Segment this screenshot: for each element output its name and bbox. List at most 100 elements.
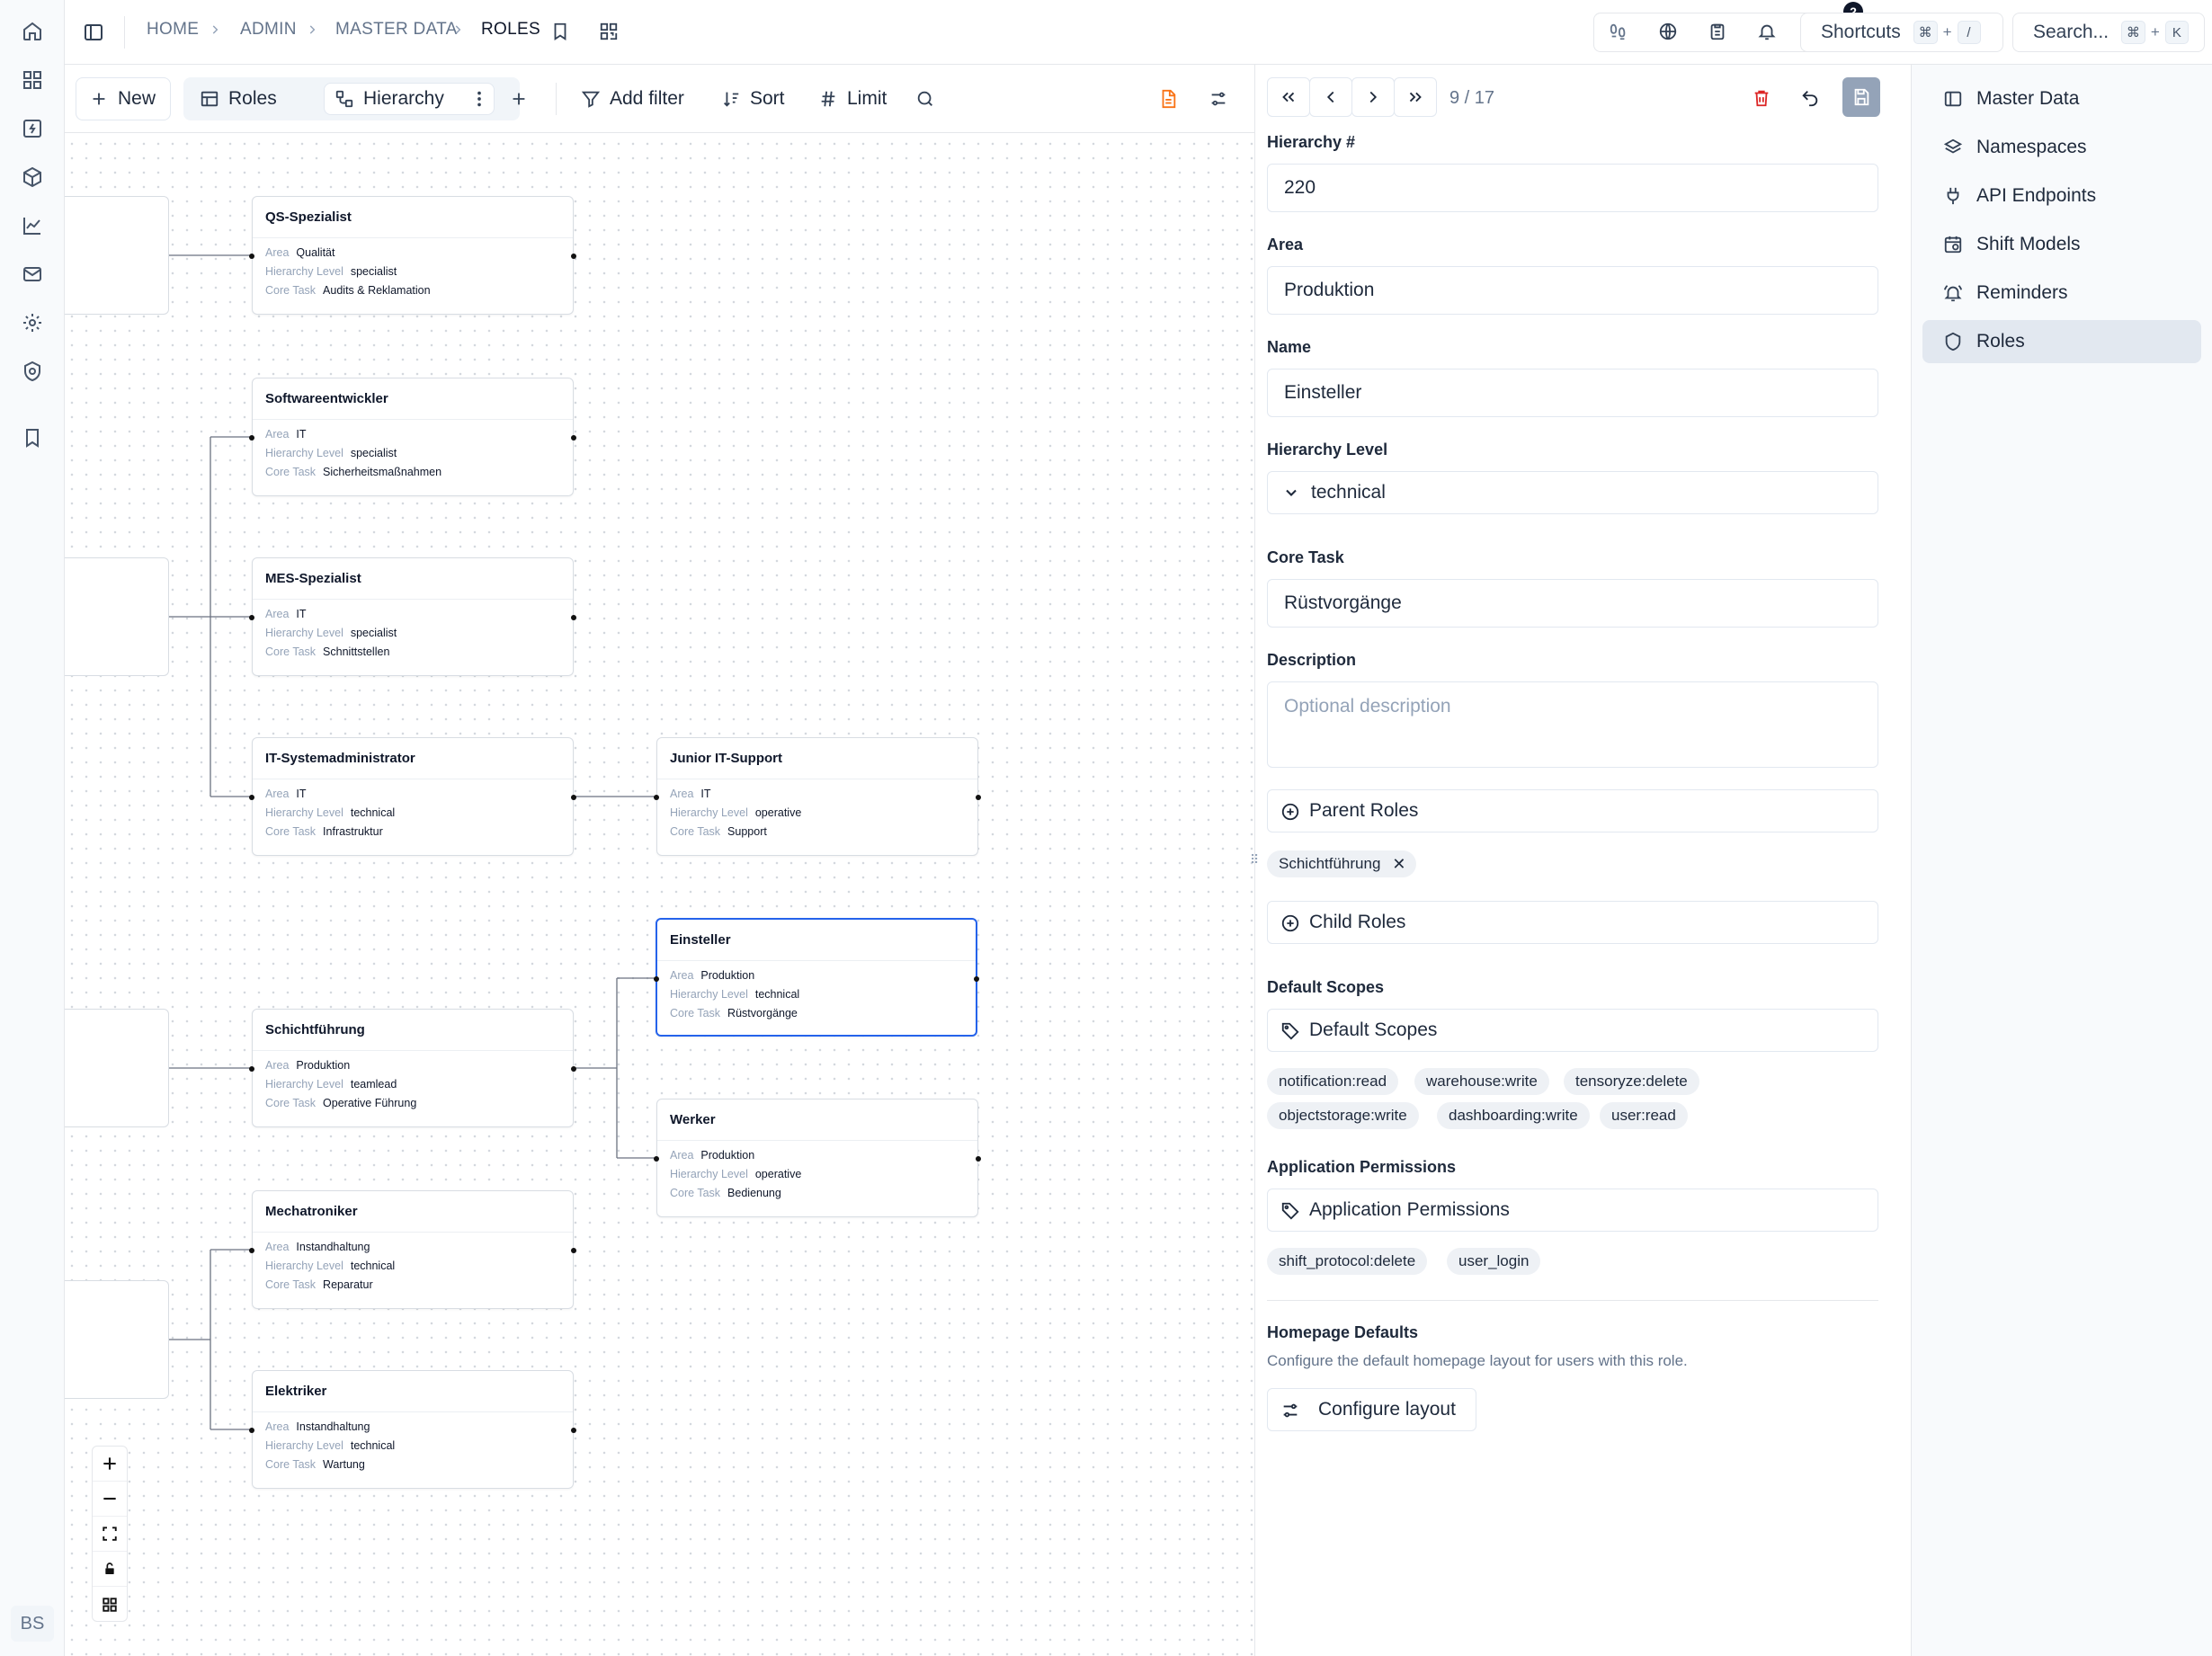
shortcuts-button[interactable]: Shortcuts ⌘ + / [1800,13,2003,52]
sidebar-item-label: Roles [1976,331,2025,352]
plus-circle-icon [1281,914,1299,932]
next-record-button[interactable] [1351,77,1395,117]
hidden-parent-node[interactable] [65,196,169,315]
source-handle[interactable] [571,795,576,800]
first-record-button[interactable] [1267,77,1310,117]
role-node[interactable]: Werker Area Produktion Hierarchy Level ope… [654,1099,981,1217]
task-label: Core Task [265,284,317,297]
role-node[interactable]: QS-Spezialist Area Qualität Hierarchy Lev… [249,196,576,315]
record-edit-panel: 9 / 17 Hierarchy # 220 Area Produktion N… [1250,65,1911,1656]
plus-circle-icon [1281,803,1299,821]
area-label: Area [265,1241,290,1253]
mail-icon[interactable] [22,263,43,285]
source-handle[interactable] [571,1428,576,1433]
avatar[interactable]: BS [11,1606,54,1642]
target-handle[interactable] [249,795,254,800]
sidebar-item-roles[interactable]: Roles [1922,320,2201,363]
core-task-input[interactable]: Rüstvorgänge [1267,579,1878,628]
sidebar-item-api-endpoints[interactable]: API Endpoints [1922,174,2201,218]
undo-icon[interactable] [1800,88,1820,108]
role-node[interactable]: Mechatroniker Area Instandhaltung Hierarc… [249,1190,576,1309]
task-label: Core Task [265,645,317,658]
last-record-button[interactable] [1394,77,1437,117]
qr-code-icon[interactable] [599,22,619,41]
name-input[interactable]: Einsteller [1267,369,1878,417]
script-icon[interactable] [22,118,43,139]
hierarchy-number-input[interactable]: 220 [1267,164,1878,212]
bookmark-icon[interactable] [550,22,570,41]
hierarchy-level-select[interactable]: technical [1267,471,1878,514]
remove-chip-icon[interactable]: ✕ [1392,850,1405,877]
globe-icon[interactable] [1658,22,1678,41]
save-button[interactable] [1842,77,1880,117]
target-handle[interactable] [249,1428,254,1433]
sidebar-item-label: Reminders [1976,282,2068,303]
role-node[interactable]: Softwareentwickler Area IT Hierarchy Leve… [249,378,576,496]
sidebar-item-namespaces[interactable]: Namespaces [1922,126,2201,169]
target-handle[interactable] [249,435,254,441]
dashboard-icon[interactable] [22,69,43,91]
source-handle[interactable] [976,795,981,800]
zoom-in-icon[interactable] [93,1447,127,1482]
clipboard-icon[interactable] [1708,22,1727,41]
settings-icon[interactable] [22,312,43,334]
sidebar-item-shift-models[interactable]: Shift Models [1922,223,2201,266]
target-handle[interactable] [654,1156,659,1162]
role-node[interactable]: Schichtführung Area Produktion Hierarchy … [249,1009,576,1127]
source-handle[interactable] [571,615,576,620]
target-handle[interactable] [249,615,254,620]
area-input[interactable]: Produktion [1267,266,1878,315]
application-permissions-button[interactable]: Application Permissions [1267,1189,1878,1232]
bell-icon[interactable] [1757,22,1777,41]
breadcrumb-admin[interactable]: ADMIN [240,20,297,40]
target-handle[interactable] [654,976,659,982]
role-node[interactable]: MES-Spezialist Area IT Hierarchy Level spe… [249,557,576,676]
previous-record-button[interactable] [1309,77,1352,117]
source-handle[interactable] [976,1156,981,1162]
sidebar-toggle-icon[interactable] [83,22,104,43]
role-node[interactable]: Elektriker Area Instandhaltung Hierarchy … [249,1370,576,1489]
node-title: Werker [657,1100,977,1141]
default-scopes-button[interactable]: Default Scopes [1267,1009,1878,1052]
source-handle[interactable] [571,435,576,441]
footsteps-icon[interactable] [1609,22,1628,41]
chart-icon[interactable] [22,215,43,236]
role-node[interactable]: Junior IT-Support Area IT Hierarchy Level… [654,737,981,856]
zoom-out-icon[interactable] [93,1482,127,1517]
target-handle[interactable] [249,1066,254,1072]
source-handle[interactable] [974,976,979,982]
target-handle[interactable] [654,795,659,800]
source-handle[interactable] [571,1248,576,1253]
hidden-parent-node[interactable] [65,557,169,676]
drag-handle-icon[interactable]: ⠿ [1250,852,1259,868]
add-parent-roles-button[interactable]: Parent Roles [1267,789,1878,832]
bookmark-icon[interactable] [22,427,43,449]
configure-layout-button[interactable]: Configure layout [1267,1388,1476,1431]
role-node[interactable]: IT-Systemadministrator Area IT Hierarchy … [249,737,576,856]
search-button[interactable]: Search... ⌘ + K [2012,13,2205,52]
source-handle[interactable] [571,1066,576,1072]
hidden-parent-node[interactable] [65,1009,169,1127]
hidden-parent-node[interactable] [65,1280,169,1399]
role-node-selected[interactable]: Einsteller Area Produktion Hierarchy Leve… [654,918,979,1037]
target-handle[interactable] [249,1248,254,1253]
minimap-icon[interactable] [93,1587,127,1622]
breadcrumb-master-data[interactable]: MASTER DATA [335,20,458,40]
add-child-roles-button[interactable]: Child Roles [1267,901,1878,944]
sidebar-item-reminders[interactable]: Reminders [1922,272,2201,315]
breadcrumb-home[interactable]: HOME [147,20,199,40]
description-textarea[interactable]: Optional description [1267,681,1878,768]
panel-right-icon [1944,91,1962,107]
source-handle[interactable] [571,254,576,259]
target-handle[interactable] [249,254,254,259]
shield-gear-icon[interactable] [22,361,43,382]
hierarchy-canvas[interactable]: New Roles Hierarchy Add filter Sort Limi… [65,65,1254,1656]
scope-chip: objectstorage:write [1267,1102,1419,1129]
package-icon[interactable] [22,166,43,188]
scope-chip: user:read [1600,1102,1688,1129]
node-title: Softwareentwickler [253,378,573,420]
delete-icon[interactable] [1752,88,1771,108]
fit-view-icon[interactable] [93,1517,127,1552]
lock-icon[interactable] [93,1552,127,1587]
home-icon[interactable] [22,21,43,42]
